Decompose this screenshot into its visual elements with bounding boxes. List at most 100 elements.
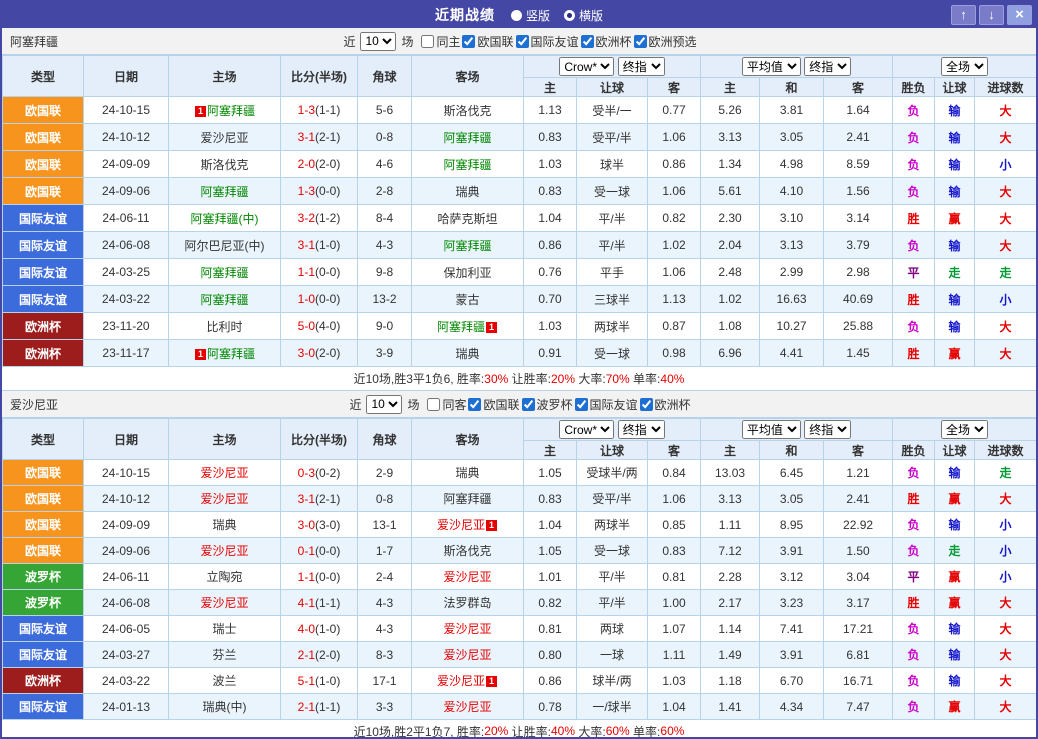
handicap-result: 赢 (935, 564, 975, 590)
match-row: 欧国联24-10-12爱沙尼亚3-1(2-1)0-8阿塞拜疆0.83受平/半1.… (3, 486, 1037, 512)
bookmaker-select[interactable]: Crow* (559, 57, 614, 76)
goals-result: 小 (975, 512, 1037, 538)
team-label: 爱沙尼亚 (200, 131, 248, 145)
odds-value: 1.04 (524, 512, 577, 538)
team-label: 阿塞拜疆 (200, 293, 248, 307)
odds-stage-select[interactable]: 终指 (618, 420, 665, 439)
league-filter[interactable]: 波罗杯 (522, 396, 573, 413)
match-row: 欧国联24-09-06爱沙尼亚0-1(0-0)1-7斯洛伐克1.05受一球0.8… (3, 538, 1037, 564)
match-row: 国际友谊24-06-11阿塞拜疆(中)3-2(1-2)8-4哈萨克斯坦1.04平… (3, 205, 1037, 232)
league-checkbox[interactable] (581, 35, 594, 48)
league-checkbox[interactable] (575, 398, 588, 411)
average-odds-value: 8.59 (824, 151, 893, 178)
near-label: 近 (343, 33, 355, 50)
team-label: 波兰 (212, 674, 236, 688)
league-checkbox[interactable] (634, 35, 647, 48)
odds-value: 1.05 (524, 460, 577, 486)
average-odds-value: 3.13 (701, 486, 760, 512)
bookmaker-select[interactable]: Crow* (559, 420, 614, 439)
scope-select[interactable]: 全场 (941, 420, 988, 439)
layout-vertical-option[interactable]: 竖版 (511, 7, 550, 24)
same-venue-filter[interactable]: 同主 (421, 33, 460, 50)
radio-icon[interactable] (511, 10, 522, 21)
layout-switcher: 竖版 横版 (511, 7, 603, 24)
close-button[interactable]: × (1007, 5, 1032, 25)
score: 2-1(2-0) (281, 642, 358, 668)
same-venue-checkbox[interactable] (421, 35, 434, 48)
fulltime-score: 3-1 (298, 492, 315, 506)
league-filter[interactable]: 国际友谊 (516, 33, 579, 50)
corners: 4-3 (358, 590, 412, 616)
average-select[interactable]: 平均值 (742, 420, 801, 439)
league-filter[interactable]: 欧洲杯 (581, 33, 632, 50)
score: 1-3(0-0) (281, 178, 358, 205)
col-away: 客场 (412, 56, 524, 97)
handicap-result: 输 (935, 286, 975, 313)
halftime-score: (0-2) (315, 466, 340, 480)
home-team: 1阿塞拜疆 (169, 97, 281, 124)
match-date: 24-09-09 (84, 512, 169, 538)
win-draw-loss-result: 负 (893, 616, 935, 642)
league-checkbox[interactable] (522, 398, 535, 411)
league-label: 欧洲杯 (655, 396, 691, 413)
match-count-select[interactable]: 10 (366, 395, 402, 414)
radio-checked-icon[interactable] (564, 10, 575, 21)
average-odds-value: 16.71 (824, 668, 893, 694)
scroll-up-button[interactable]: ↑ (951, 5, 976, 25)
odds-value: 0.77 (648, 97, 701, 124)
average-odds-value: 1.56 (824, 178, 893, 205)
league-filter[interactable]: 国际友谊 (575, 396, 638, 413)
goals-result: 大 (975, 97, 1037, 124)
home-team: 阿塞拜疆 (169, 178, 281, 205)
games-label: 场 (407, 396, 419, 413)
odds-value: 1.05 (524, 538, 577, 564)
team-label: 瑞典 (455, 466, 479, 480)
league-checkbox[interactable] (462, 35, 475, 48)
match-row: 国际友谊24-06-05瑞士4-0(1-0)4-3爱沙尼亚0.81两球1.071… (3, 616, 1037, 642)
score: 3-1(2-1) (281, 486, 358, 512)
odds-group-header: Crow* 终指 (524, 56, 701, 78)
average-stage-select[interactable]: 终指 (804, 57, 851, 76)
league-checkbox[interactable] (640, 398, 653, 411)
layout-horizontal-option[interactable]: 横版 (564, 7, 603, 24)
fulltime-score: 2-1 (298, 700, 315, 714)
same-venue-filter[interactable]: 同客 (427, 396, 466, 413)
match-row: 欧洲杯23-11-20比利时5-0(4-0)9-0阿塞拜疆11.03两球半0.8… (3, 313, 1037, 340)
average-stage-select[interactable]: 终指 (804, 420, 851, 439)
match-date: 24-10-12 (84, 124, 169, 151)
same-venue-checkbox[interactable] (427, 398, 440, 411)
odds-value: 0.83 (648, 538, 701, 564)
odds-value: 0.98 (648, 340, 701, 367)
average-select[interactable]: 平均值 (742, 57, 801, 76)
scope-select[interactable]: 全场 (941, 57, 988, 76)
odds-stage-select[interactable]: 终指 (618, 57, 665, 76)
league-filter[interactable]: 欧国联 (462, 33, 513, 50)
average-odds-value: 3.91 (760, 642, 824, 668)
col-corner: 角球 (358, 56, 412, 97)
average-odds-value: 7.47 (824, 694, 893, 720)
score: 1-1(0-0) (281, 259, 358, 286)
match-row: 波罗杯24-06-08爱沙尼亚4-1(1-1)4-3法罗群岛0.82平/半1.0… (3, 590, 1037, 616)
home-team: 1阿塞拜疆 (169, 340, 281, 367)
handicap-line: 两球 (577, 616, 648, 642)
league-filter[interactable]: 欧洲预选 (634, 33, 697, 50)
league-filter[interactable]: 欧国联 (468, 396, 519, 413)
league-checkbox[interactable] (516, 35, 529, 48)
average-odds-value: 4.10 (760, 178, 824, 205)
team-label: 爱沙尼亚 (443, 700, 491, 714)
home-team: 芬兰 (169, 642, 281, 668)
col-result: 胜负 (893, 441, 935, 460)
handicap-result: 赢 (935, 486, 975, 512)
halftime-score: (1-1) (315, 103, 340, 117)
league-checkbox[interactable] (468, 398, 481, 411)
score: 3-2(1-2) (281, 205, 358, 232)
col-odds-home: 主 (524, 441, 577, 460)
match-count-select[interactable]: 10 (360, 32, 396, 51)
average-odds-value: 3.91 (760, 538, 824, 564)
odds-value: 0.81 (524, 616, 577, 642)
league-filter[interactable]: 欧洲杯 (640, 396, 691, 413)
league-type-badge: 国际友谊 (3, 642, 84, 668)
scroll-down-button[interactable]: ↓ (979, 5, 1004, 25)
average-odds-value: 1.08 (701, 313, 760, 340)
same-venue-label: 同客 (442, 396, 466, 413)
